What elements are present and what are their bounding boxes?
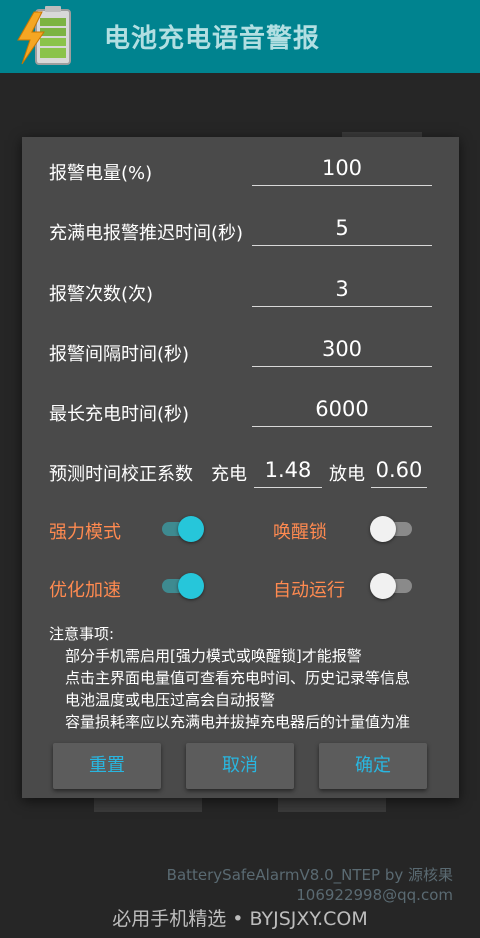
wake-lock-label: 唤醒锁 — [273, 522, 327, 543]
note-item: 容量损耗率应以充满电并拔掉充电器后的计量值为准 — [65, 713, 411, 731]
battery-charging-icon — [17, 6, 71, 65]
note-item: 部分手机需启用[强力模式或唤醒锁]才能报警 — [65, 647, 362, 665]
max-charge-time-input[interactable]: 6000 — [252, 394, 432, 427]
alarm-interval-input[interactable]: 300 — [252, 334, 432, 367]
ok-button[interactable]: 确定 — [319, 743, 427, 789]
settings-dialog: 报警电量(%) 100 充满电报警推迟时间(秒) 5 报警次数(次) 3 报警间… — [22, 137, 459, 798]
optimize-speed-label: 优化加速 — [49, 580, 121, 601]
strong-mode-switch[interactable] — [158, 514, 204, 544]
charge-factor-input[interactable]: 1.48 — [254, 455, 322, 488]
full-delay-input[interactable]: 5 — [252, 213, 432, 246]
prediction-factor-label: 预测时间校正系数 — [49, 464, 193, 485]
auto-run-switch[interactable] — [370, 571, 416, 601]
alarm-level-label: 报警电量(%) — [49, 163, 153, 184]
background-card — [94, 796, 202, 812]
reset-button[interactable]: 重置 — [53, 743, 161, 789]
alarm-interval-label: 报警间隔时间(秒) — [49, 344, 190, 365]
charge-factor-label: 充电 — [211, 464, 247, 485]
max-charge-time-label: 最长充电时间(秒) — [49, 404, 190, 425]
version-text: BatterySafeAlarmV8.0_NTEP by 源核果 — [166, 866, 453, 884]
email-text: 106922998@qq.com — [296, 886, 453, 904]
watermark: 必用手机精选 • BYJSJXY.COM — [112, 908, 368, 930]
strong-mode-label: 强力模式 — [49, 522, 121, 543]
alarm-level-input[interactable]: 100 — [252, 153, 432, 186]
full-delay-label: 充满电报警推迟时间(秒) — [49, 223, 244, 244]
app-bar: 电池充电语音警报 — [0, 0, 480, 73]
note-item: 点击主界面电量值可查看充电时间、历史记录等信息 — [65, 669, 411, 687]
discharge-factor-input[interactable]: 0.60 — [371, 455, 427, 488]
discharge-factor-label: 放电 — [329, 464, 365, 485]
wake-lock-switch[interactable] — [370, 514, 416, 544]
cancel-button[interactable]: 取消 — [186, 743, 294, 789]
auto-run-label: 自动运行 — [273, 580, 345, 601]
notes-title: 注意事项: — [49, 625, 115, 643]
alarm-count-label: 报警次数(次) — [49, 284, 154, 305]
optimize-speed-switch[interactable] — [158, 571, 204, 601]
alarm-count-input[interactable]: 3 — [252, 274, 432, 307]
note-item: 电池温度或电压过高会自动报警 — [65, 691, 276, 709]
background-card — [278, 796, 386, 812]
app-title: 电池充电语音警报 — [104, 24, 321, 54]
